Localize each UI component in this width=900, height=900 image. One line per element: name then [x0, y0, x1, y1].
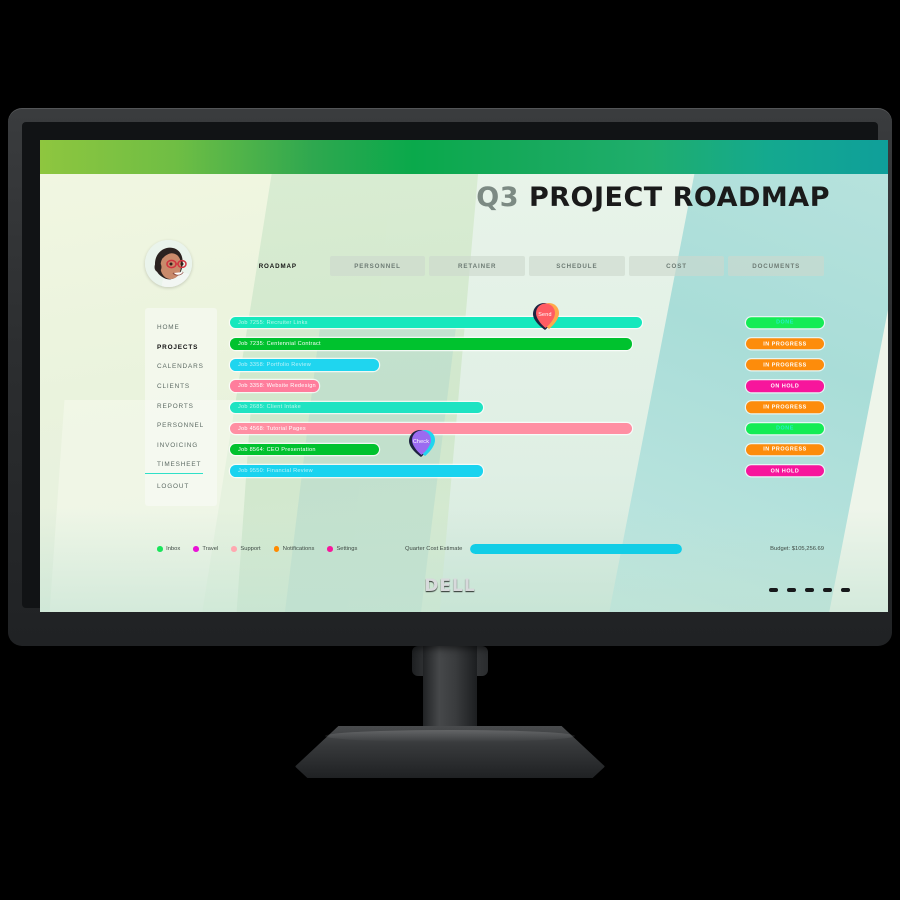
tab-roadmap[interactable]: ROADMAP: [230, 256, 326, 276]
legend-item-support[interactable]: Support: [231, 546, 261, 552]
legend-item-travel[interactable]: Travel: [193, 546, 218, 552]
legend-label: Inbox: [166, 546, 181, 552]
timeline-bar[interactable]: Job 4568: Tutorial Pages: [230, 422, 632, 435]
monitor-scene: Q3 PROJECT ROADMAP ROADMAP PERSONNEL RET…: [0, 0, 900, 900]
monitor-bezel-inner: Q3 PROJECT ROADMAP ROADMAP PERSONNEL RET…: [22, 122, 888, 612]
roadmap-timeline: Job 7255: Recruiter Links DONE Job 7235: C…: [230, 303, 824, 482]
legend-label: Travel: [202, 546, 219, 552]
quarter-cost-progress-fill: [470, 544, 683, 554]
timeline-row: Job 7235: Centennial Contract IN PROGRESS: [230, 333, 824, 354]
monitor-stand-base-highlight: [325, 730, 575, 742]
vent: [787, 588, 796, 592]
tab-cost[interactable]: COST: [628, 256, 725, 276]
budget-label: Budget: $105,256.69: [770, 546, 824, 552]
legend-dot-icon: [193, 546, 199, 552]
timeline-row: Job 8564: CEO Presentation IN PROGRESS: [230, 439, 824, 460]
monitor-bezel: Q3 PROJECT ROADMAP ROADMAP PERSONNEL RET…: [8, 108, 892, 646]
tab-schedule[interactable]: SCHEDULE: [529, 256, 625, 276]
tab-bar: ROADMAP PERSONNEL RETAINER SCHEDULE COST DOCU…: [230, 256, 825, 276]
background-top-band: [40, 140, 888, 174]
timeline-bar[interactable]: Job 7235: Centennial Contract: [230, 338, 632, 350]
timeline-row: Job 2685: Client Intake IN PROGRESS: [230, 397, 824, 418]
tab-personnel[interactable]: PERSONNEL: [329, 256, 426, 276]
page-title-main: PROJECT ROADMAP: [528, 182, 830, 213]
timeline-bar[interactable]: Job 8564: CEO Presentation: [230, 443, 379, 456]
sidebar-item-home[interactable]: HOME: [145, 318, 217, 338]
vent: [841, 588, 850, 592]
legend-label: Settings: [336, 546, 358, 552]
sidebar-item-calendars[interactable]: CALENDARS: [145, 357, 217, 377]
status-badge[interactable]: IN PROGRESS: [746, 359, 824, 371]
status-badge[interactable]: ON HOLD: [746, 380, 824, 392]
sidebar-item-clients[interactable]: CLIENTS: [145, 377, 217, 397]
roadmap-app: Q3 PROJECT ROADMAP ROADMAP PERSONNEL RET…: [40, 140, 888, 612]
status-badge[interactable]: IN PROGRESS: [746, 401, 824, 414]
timeline-row: Job 3358: Website Redesign ON HOLD: [230, 376, 824, 397]
monitor-screen: Q3 PROJECT ROADMAP ROADMAP PERSONNEL RET…: [40, 140, 888, 612]
legend-label: Notifications: [282, 546, 315, 552]
legend-dot-icon: [327, 546, 333, 552]
timeline-row: Job 7255: Recruiter Links DONE: [230, 312, 824, 333]
page-title: Q3 PROJECT ROADMAP: [476, 182, 830, 213]
dell-brand-logo: DELL: [424, 576, 476, 596]
sidebar-item-personnel[interactable]: PERSONNEL: [145, 416, 217, 436]
legend-item-settings[interactable]: Settings: [327, 546, 357, 552]
tab-retainer[interactable]: RETAINER: [429, 256, 526, 276]
sidebar-nav: HOME PROJECTS CALENDARS CLIENTS REPORTS PERSO…: [145, 308, 217, 507]
vent: [805, 588, 814, 592]
tab-documents[interactable]: DOCUMENTS: [728, 256, 825, 276]
timeline-row: Job 4568: Tutorial Pages DONE: [230, 418, 824, 439]
status-badge[interactable]: DONE: [746, 316, 824, 329]
sidebar-item-logout[interactable]: LOGOUT: [145, 476, 217, 496]
timeline-row: Job 3358: Portfolio Review IN PROGRESS: [230, 354, 824, 375]
sidebar-item-invoicing[interactable]: INVOICING: [145, 436, 217, 456]
bezel-vents: [769, 588, 850, 592]
legend-label: Support: [240, 546, 261, 552]
legend-dot-icon: [273, 546, 280, 552]
timeline-bar[interactable]: Job 2685: Client Intake: [230, 401, 483, 414]
sidebar-item-reports[interactable]: REPORTS: [145, 396, 217, 416]
quarter-cost-label: Quarter Cost Estimate: [405, 546, 463, 552]
timeline-bar[interactable]: Job 3358: Website Redesign: [230, 380, 320, 392]
status-badge[interactable]: ON HOLD: [746, 465, 824, 477]
vent: [823, 588, 832, 592]
legend-item-inbox[interactable]: Inbox: [157, 546, 180, 552]
avatar-photo: [145, 240, 192, 287]
legend-dot-icon: [157, 546, 163, 552]
page-title-prefix: Q3: [476, 182, 520, 213]
legend: Inbox Travel Support Notifications Settings: [157, 536, 357, 562]
vent: [769, 588, 778, 592]
status-badge[interactable]: IN PROGRESS: [746, 443, 824, 456]
timeline-bar[interactable]: Job 3358: Portfolio Review: [230, 359, 379, 371]
timeline-row: Job 9550: Financial Review ON HOLD: [230, 460, 824, 481]
status-badge[interactable]: IN PROGRESS: [746, 338, 824, 350]
quarter-cost-progress-track[interactable]: [470, 544, 683, 554]
legend-item-notifications[interactable]: Notifications: [273, 546, 315, 552]
sidebar-item-projects[interactable]: PROJECTS: [145, 338, 217, 358]
footer-bar: Inbox Travel Support Notifications Settings …: [145, 536, 824, 562]
sidebar-item-timesheet[interactable]: TIMESHEET: [145, 455, 203, 475]
quarter-cost-block: Quarter Cost Estimate Budget: $105,256.6…: [405, 536, 824, 562]
status-badge[interactable]: DONE: [746, 422, 824, 435]
timeline-bar[interactable]: Job 9550: Financial Review: [230, 465, 483, 477]
timeline-bar[interactable]: Job 7255: Recruiter Links: [230, 316, 642, 329]
avatar[interactable]: [145, 240, 192, 287]
legend-dot-icon: [231, 546, 237, 552]
